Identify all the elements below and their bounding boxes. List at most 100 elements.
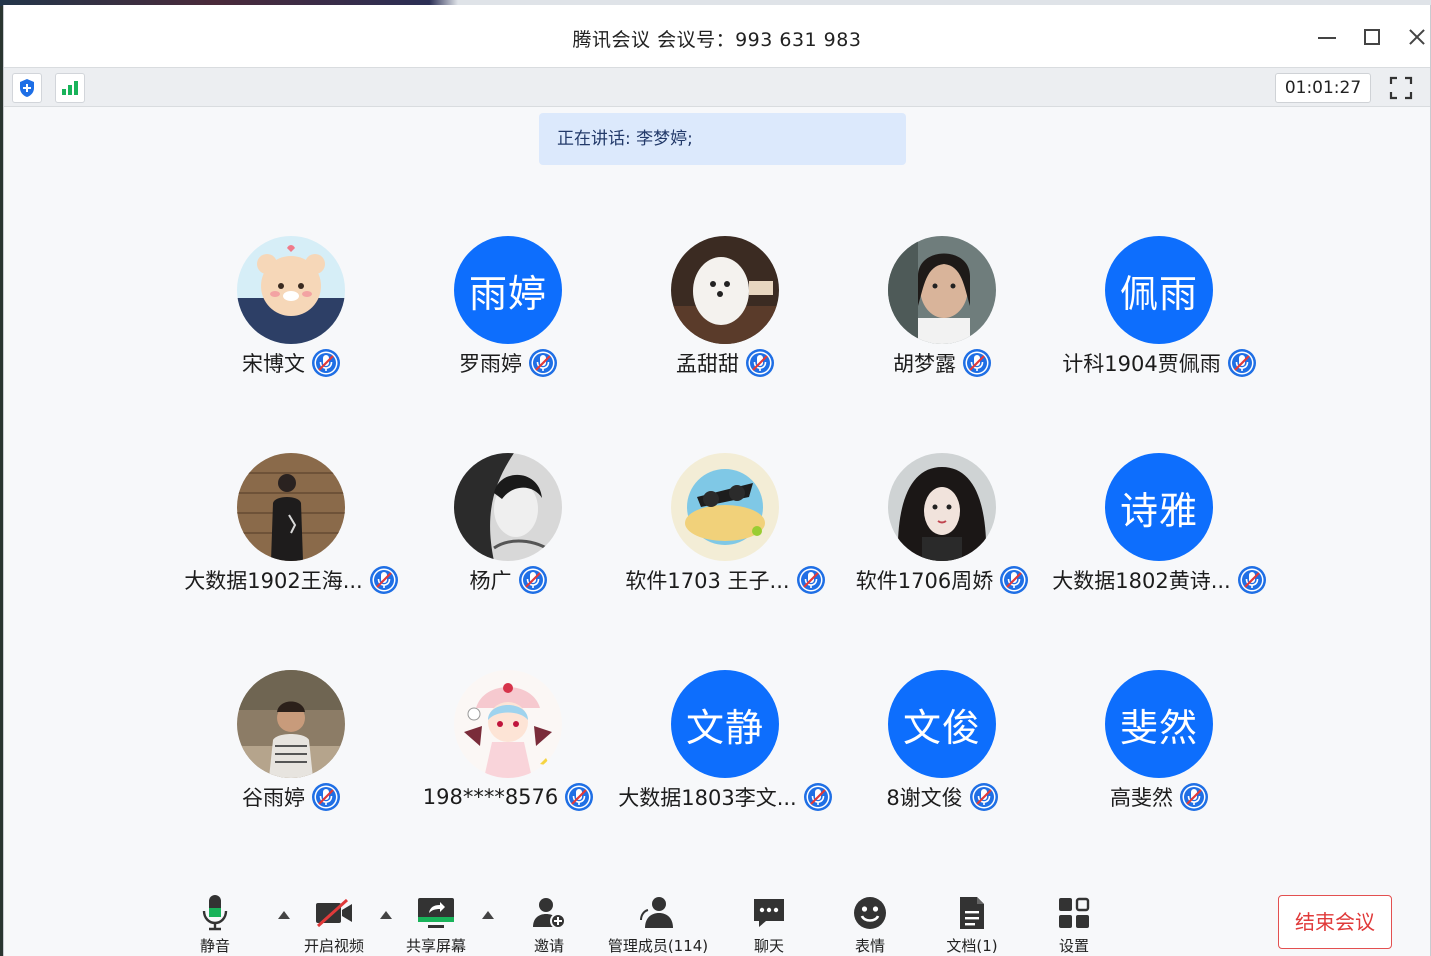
close-button[interactable] [1407,27,1427,47]
avatar [237,236,345,344]
fullscreen-icon[interactable] [1389,76,1413,100]
participant-name: 198****8576 [422,785,559,809]
participant-name: 胡梦露 [893,352,956,376]
participant-tile[interactable]: 198****8576 [400,670,617,830]
participant-name-row: 大数据1802黄诗... [1051,565,1268,595]
mic-muted-icon [311,348,341,378]
mic-muted-icon [311,782,341,812]
invite-user-icon [526,893,572,933]
participant-name-row: 罗雨婷 [400,348,617,378]
mic-muted-icon [745,348,775,378]
mic-muted-icon [528,348,558,378]
title-bar: 腾讯会议 会议号：993 631 983 [4,5,1430,67]
bottom-toolbar: 静音 开启视频 共享屏幕 邀请 管理成员(114) 聊天 表情 文档(1) 设置… [4,885,1430,956]
video-options-caret[interactable] [380,911,392,919]
avatar: 文静 [671,670,779,778]
share-options-caret[interactable] [482,911,494,919]
smiley-icon [848,893,892,933]
share-screen-button[interactable]: 共享屏幕 [401,893,471,956]
participant-name: 软件1706周娇 [855,569,994,593]
participant-name-row: 198****8576 [400,782,617,812]
participant-name: 杨广 [469,569,512,593]
avatar [454,453,562,561]
avatar [671,453,779,561]
participant-tile[interactable]: 斐然高斐然 [1051,670,1268,830]
start-video-button[interactable]: 开启视频 [297,893,371,956]
mic-muted-icon [962,348,992,378]
participant-name: 大数据1803李文... [618,786,797,810]
avatar: 诗雅 [1105,453,1213,561]
participant-tile[interactable]: 谷雨婷 [183,670,400,830]
mic-muted-icon [1179,782,1209,812]
avatar [888,453,996,561]
avatar: 佩雨 [1105,236,1213,344]
participant-tile[interactable]: 大数据1902王海... [183,453,400,613]
mic-muted-icon [969,782,999,812]
avatar: 雨婷 [454,236,562,344]
mic-muted-icon [564,782,594,812]
participant-name-row: 宋博文 [183,348,400,378]
invite-button[interactable]: 邀请 [526,893,572,956]
avatar: 文俊 [888,670,996,778]
active-speaker-banner: 正在讲话: 李梦婷; [539,113,906,165]
emoji-button[interactable]: 表情 [848,893,892,956]
participant-name-row: 胡梦露 [834,348,1051,378]
participant-name-row: 大数据1902王海... [183,565,400,595]
participant-tile[interactable]: 诗雅大数据1802黄诗... [1051,453,1268,613]
manage-members-label: 管理成员(114) [607,937,709,955]
participant-name-row: 8谢文俊 [834,782,1051,812]
chat-button[interactable]: 聊天 [747,893,791,956]
documents-label: 文档(1) [946,937,998,955]
participant-name: 罗雨婷 [459,352,522,376]
participant-tile[interactable]: 孟甜甜 [617,236,834,396]
maximize-button[interactable] [1362,27,1382,47]
settings-button[interactable]: 设置 [1052,893,1096,956]
video-off-icon [297,893,371,933]
participant-name-row: 谷雨婷 [183,782,400,812]
participant-name: 高斐然 [1110,786,1173,810]
manage-members-button[interactable]: 管理成员(114) [603,893,713,956]
avatar [237,670,345,778]
participant-name-row: 高斐然 [1051,782,1268,812]
participant-tile[interactable]: 雨婷罗雨婷 [400,236,617,396]
participant-tile[interactable]: 软件1706周娇 [834,453,1051,613]
participant-tile[interactable]: 杨广 [400,453,617,613]
participant-name: 8谢文俊 [886,786,963,810]
mic-muted-icon [796,565,826,595]
avatar [888,236,996,344]
mic-muted-icon [999,565,1029,595]
participant-tile[interactable]: 佩雨计科1904贾佩雨 [1051,236,1268,396]
avatar: 斐然 [1105,670,1213,778]
participant-tile[interactable]: 文俊 8谢文俊 [834,670,1051,830]
participant-tile[interactable]: 软件1703 王子... [617,453,834,613]
participant-tile[interactable]: 宋博文 [183,236,400,396]
microphone-icon [190,893,240,933]
mute-button[interactable]: 静音 [190,893,240,956]
mic-muted-icon [1237,565,1267,595]
share-screen-label: 共享屏幕 [405,937,466,955]
minimize-button[interactable] [1317,27,1337,47]
participant-name-row: 计科1904贾佩雨 [1051,348,1268,378]
participant-tile[interactable]: 文静大数据1803李文... [617,670,834,830]
participant-name-row: 软件1706周娇 [834,565,1051,595]
status-bar: 01:01:27 [4,67,1430,107]
settings-grid-icon [1052,893,1096,933]
documents-button[interactable]: 文档(1) [942,893,1002,956]
chat-label: 聊天 [753,937,784,955]
participant-name: 孟甜甜 [676,352,739,376]
participant-tile[interactable]: 胡梦露 [834,236,1051,396]
meeting-window: 腾讯会议 会议号：993 631 983 01:01:27 正在讲话: 李梦婷;… [3,5,1431,956]
chat-bubble-icon [747,893,791,933]
mic-muted-icon [803,782,833,812]
audio-options-caret[interactable] [278,911,290,919]
security-shield-icon[interactable] [12,73,42,103]
end-meeting-button[interactable]: 结束会议 [1278,895,1392,949]
participant-name-row: 大数据1803李文... [617,782,834,812]
members-icon [603,893,713,933]
signal-strength-icon[interactable] [55,73,85,103]
participant-name: 大数据1802黄诗... [1052,569,1231,593]
meeting-timer: 01:01:27 [1275,73,1371,103]
participant-name: 计科1904贾佩雨 [1062,352,1221,376]
avatar [671,236,779,344]
participant-name: 软件1703 王子... [625,569,790,593]
